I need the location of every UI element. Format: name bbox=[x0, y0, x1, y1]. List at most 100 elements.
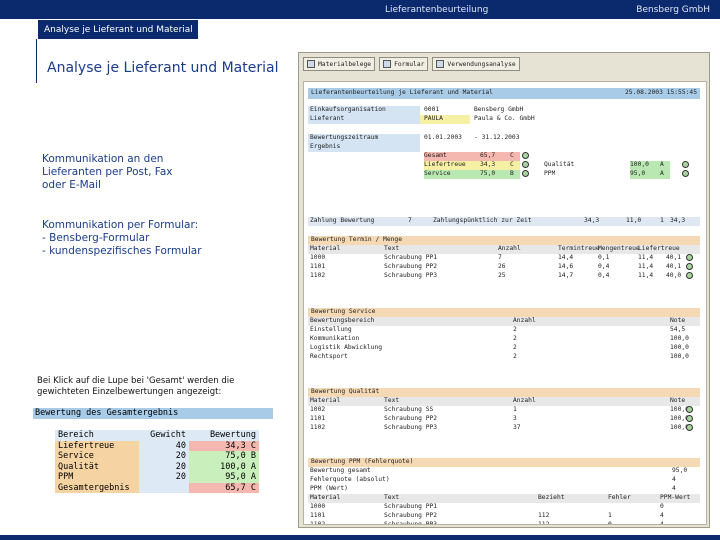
cell-value: Kommunikation bbox=[310, 335, 360, 342]
cell-value: 112 bbox=[538, 521, 550, 525]
summary-cell: 11,0 bbox=[626, 217, 642, 224]
slide: Lieferantenbeurteilung Bensberg GmbH Ana… bbox=[0, 0, 720, 540]
popup-title: Bewertung des Gesamtergebnis bbox=[33, 408, 273, 419]
magnifier-icon[interactable] bbox=[522, 152, 529, 161]
column-header-row: Material Text Anzahl Note bbox=[308, 397, 700, 406]
service-row: Rechtsport 2 100,0 bbox=[308, 353, 700, 362]
formular-button[interactable]: Formular bbox=[379, 57, 429, 71]
popup-wert: 75,0 B bbox=[189, 451, 259, 462]
note-formular: Kommunikation per Formular: - Bensberg-F… bbox=[42, 219, 202, 258]
material-icon bbox=[307, 60, 315, 68]
popup-row: Gesamtergebnis 65,7 C bbox=[55, 482, 259, 493]
field-label: Einkaufsorganisation bbox=[308, 106, 420, 115]
column-header: Anzahl bbox=[513, 397, 536, 404]
result-name: PPM bbox=[544, 170, 556, 177]
cell-value: 54,5 bbox=[670, 326, 686, 333]
company-name: Bensberg GmbH bbox=[636, 5, 710, 15]
popup-gewicht: 20 bbox=[139, 461, 189, 472]
popup-bereich: Liefertreue bbox=[55, 440, 139, 451]
qualitaet-row: 1002 Schraubung SS 1 100,0 bbox=[308, 406, 700, 415]
magnifier-icon[interactable] bbox=[686, 415, 693, 424]
magnifier-icon[interactable] bbox=[682, 170, 689, 179]
top-bar: Lieferantenbeurteilung Bensberg GmbH bbox=[0, 0, 720, 19]
result-row: Qualität 100,0 A bbox=[308, 161, 700, 170]
magnifier-icon[interactable] bbox=[686, 424, 693, 433]
cell-value: Einstellung bbox=[310, 326, 352, 333]
cell-value: 1000 bbox=[310, 254, 326, 261]
ppm-row: 1000 Schraubung PP1 0 bbox=[308, 503, 700, 512]
summary-cell: Zahlungspünktlich zur Zeit bbox=[433, 217, 532, 224]
result-name: Gesamt bbox=[424, 152, 480, 161]
magnifier-icon[interactable] bbox=[686, 406, 693, 415]
summary-cell: Zahlung Bewertung bbox=[310, 217, 375, 224]
cell-value: 2 bbox=[513, 344, 517, 351]
magnifier-icon[interactable] bbox=[686, 272, 693, 281]
column-header: Material bbox=[310, 245, 341, 252]
section-title: Bewertung Service bbox=[308, 308, 700, 317]
report-timestamp: 25.08.2003 15:55:45 bbox=[624, 89, 697, 96]
summary-cell: 1 bbox=[660, 217, 664, 224]
cell-value: 26 bbox=[498, 263, 506, 270]
popup-bereich: Service bbox=[55, 451, 139, 462]
popup-gewicht: 20 bbox=[139, 451, 189, 462]
field-value: Bensberg GmbH bbox=[474, 106, 524, 113]
cell-value: Schraubung PP1 bbox=[384, 503, 438, 510]
ppm-row: 1102 Schraubung PP3 112 0 4 bbox=[308, 521, 700, 525]
cell-value: Logistik Abwicklung bbox=[310, 344, 383, 351]
section-title: Bewertung PPM (Fehlerquote) bbox=[308, 458, 700, 467]
note-line: Kommunikation an den bbox=[42, 153, 164, 165]
result-value: 100,0 bbox=[630, 161, 660, 170]
result-grade: A bbox=[660, 170, 670, 179]
info-row: Fehlerquote (absolut) 4 bbox=[308, 476, 700, 485]
cell-value: 3 bbox=[513, 415, 517, 422]
cell-value: 11,4 bbox=[638, 263, 654, 270]
column-header: PPM-Wert bbox=[660, 494, 691, 501]
column-header: Mengentreue bbox=[598, 245, 640, 252]
popup-row: PPM 20 95,0 A bbox=[55, 472, 259, 483]
popup-bereich: Qualität bbox=[55, 461, 139, 472]
field-lieferant: Lieferant PAULA Paula & Co. GmbH bbox=[308, 115, 700, 124]
cell-value: 1002 bbox=[310, 406, 326, 413]
note-line: - Bensberg-Formular bbox=[42, 232, 150, 244]
cell-value: 14,6 bbox=[558, 263, 574, 270]
popup-wert: 34,3 C bbox=[189, 440, 259, 451]
lieferung-row: 1102 Schraubung PP3 25 14,7 0,4 11,4 40,0 bbox=[308, 272, 700, 281]
magnifier-icon[interactable] bbox=[682, 161, 689, 170]
note-line: Kommunikation per Formular: bbox=[42, 219, 199, 231]
popup-header-row: Bereich Gewicht Bewertung bbox=[55, 430, 259, 441]
ppm-row: 1101 Schraubung PP2 112 1 4 bbox=[308, 512, 700, 521]
field-einkaufsorg: Einkaufsorganisation 0001 Bensberg GmbH bbox=[308, 106, 700, 115]
column-header: Anzahl bbox=[513, 317, 536, 324]
cell-value: 1 bbox=[608, 512, 612, 519]
sap-toolbar: Materialbelege Formular Verwendungsanaly… bbox=[303, 57, 520, 71]
verwendungsanalyse-button[interactable]: Verwendungsanalyse bbox=[432, 57, 520, 71]
column-header: Fehler bbox=[608, 494, 631, 501]
note-line: oder E-Mail bbox=[42, 179, 101, 191]
field-value: - 31.12.2003 bbox=[474, 134, 520, 141]
result-value: 95,0 bbox=[630, 170, 660, 179]
result-name: Qualität bbox=[544, 161, 575, 168]
info-label: Fehlerquote (absolut) bbox=[310, 476, 390, 483]
info-value: 4 bbox=[672, 476, 676, 483]
service-row: Kommunikation 2 100,0 bbox=[308, 335, 700, 344]
popup-bereich: Gesamtergebnis bbox=[55, 482, 139, 493]
cell-value: 1101 bbox=[310, 415, 326, 422]
cell-value: Rechtsport bbox=[310, 353, 348, 360]
materialbelege-button[interactable]: Materialbelege bbox=[303, 57, 376, 71]
cell-value: 1101 bbox=[310, 263, 326, 270]
cell-value: 25 bbox=[498, 272, 506, 279]
column-header: Material bbox=[310, 397, 341, 404]
sap-screen: Materialbelege Formular Verwendungsanaly… bbox=[298, 52, 710, 528]
info-label: Bewertung gesamt bbox=[310, 467, 371, 474]
popup-wert: 65,7 C bbox=[189, 482, 259, 493]
magnifier-icon[interactable] bbox=[686, 254, 693, 263]
cell-value: 11,4 bbox=[638, 272, 654, 279]
column-header: Text bbox=[384, 494, 400, 501]
cell-value: 0,4 bbox=[598, 263, 610, 270]
section-title: Bewertung Qualität bbox=[308, 388, 700, 397]
result-grade: A bbox=[660, 161, 670, 170]
magnifier-icon[interactable] bbox=[686, 263, 693, 272]
summary-cell: 34,3 bbox=[670, 217, 686, 224]
cell-value: 0 bbox=[660, 503, 664, 510]
button-label: Formular bbox=[394, 60, 425, 68]
